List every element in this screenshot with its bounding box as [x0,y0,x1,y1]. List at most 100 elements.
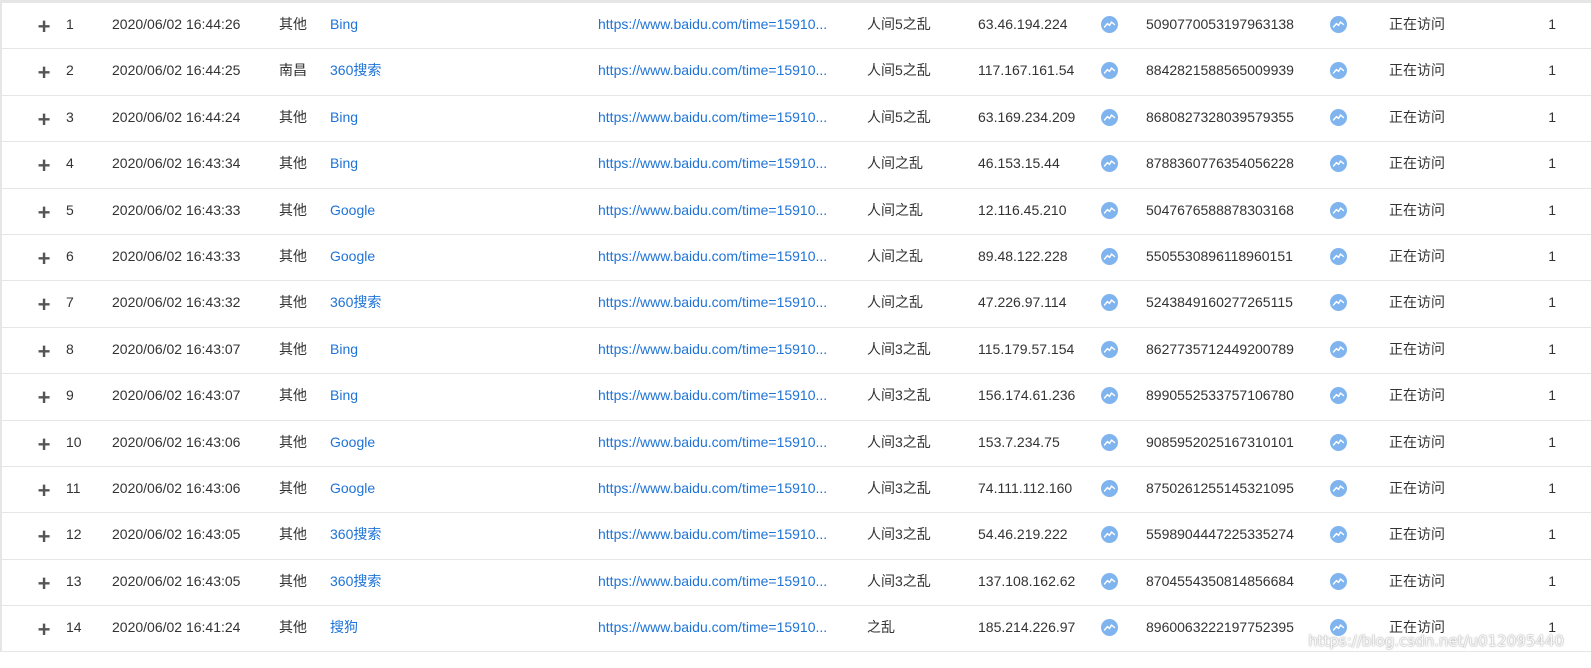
source-engine-link[interactable]: Google [330,248,375,264]
trend-chart-icon[interactable] [1330,155,1347,173]
source-engine-link[interactable]: Google [330,480,375,496]
entry-url-cell: https://www.baidu.com/time=15910... [598,374,846,419]
source-engine-link[interactable]: 360搜索 [330,62,381,78]
plus-icon[interactable]: + [38,284,51,326]
plus-icon[interactable]: + [38,238,51,280]
plus-icon[interactable]: + [38,99,51,141]
trend-chart-icon[interactable] [1101,526,1118,544]
plus-icon[interactable]: + [38,609,51,651]
source-engine-cell: 360搜索 [330,560,450,605]
trend-chart-icon[interactable] [1101,201,1118,219]
source-engine-link[interactable]: Bing [330,155,358,171]
entry-url-link[interactable]: https://www.baidu.com/time=15910... [598,387,827,403]
trend-chart-icon[interactable] [1101,387,1118,405]
plus-icon[interactable]: + [38,331,51,373]
trend-chart-icon[interactable] [1330,108,1347,126]
plus-icon[interactable]: + [38,516,51,558]
source-engine-link[interactable]: 搜狗 [330,619,358,635]
trend-chart-icon[interactable] [1330,479,1347,497]
trend-chart-icon[interactable] [1330,16,1347,33]
expand-cell: + [34,96,54,141]
plus-icon[interactable]: + [38,52,51,94]
trend-chart-icon[interactable] [1330,619,1347,637]
visitor-trend-cell [1330,189,1348,234]
trend-chart-icon[interactable] [1101,619,1118,637]
visitor-trend-cell [1330,606,1348,651]
trend-chart-icon[interactable] [1101,340,1118,358]
source-engine-cell: 360搜索 [330,513,450,558]
entry-url-link[interactable]: https://www.baidu.com/time=15910... [598,202,827,218]
status-badge: 正在访问 [1389,201,1445,218]
source-engine-link[interactable]: 360搜索 [330,526,381,542]
trend-chart-icon[interactable] [1101,479,1118,497]
landing-page: 人间5之乱 [867,108,931,125]
entry-url-link[interactable]: https://www.baidu.com/time=15910... [598,16,827,32]
trend-chart-icon[interactable] [1101,433,1118,451]
entry-url-cell: https://www.baidu.com/time=15910... [598,421,846,466]
source-engine-link[interactable]: Bing [330,341,358,357]
source-engine-link[interactable]: Google [330,434,375,450]
plus-icon[interactable]: + [38,145,51,187]
entry-url-link[interactable]: https://www.baidu.com/time=15910... [598,526,827,542]
trend-chart-icon[interactable] [1330,387,1347,405]
ip-trend-cell [1101,49,1119,94]
entry-url-link[interactable]: https://www.baidu.com/time=15910... [598,434,827,450]
landing-page: 人间之乱 [867,155,923,172]
entry-url-link[interactable]: https://www.baidu.com/time=15910... [598,619,827,635]
entry-url-link[interactable]: https://www.baidu.com/time=15910... [598,294,827,310]
trend-chart-icon[interactable] [1330,340,1347,358]
entry-url-link[interactable]: https://www.baidu.com/time=15910... [598,573,827,589]
trend-chart-icon[interactable] [1101,16,1118,33]
expand-cell: + [34,374,54,419]
trend-chart-icon[interactable] [1330,247,1347,265]
trend-chart-icon[interactable] [1330,201,1347,219]
trend-chart-icon[interactable] [1101,155,1118,173]
source-engine-link[interactable]: Bing [330,109,358,125]
visitor-id: 8704554350814856684 [1146,572,1294,589]
entry-url-link[interactable]: https://www.baidu.com/time=15910... [598,248,827,264]
row-number: 1 [66,16,74,32]
entry-url-link[interactable]: https://www.baidu.com/time=15910... [598,62,827,78]
source-engine-link[interactable]: Bing [330,387,358,403]
trend-chart-icon[interactable] [1101,294,1118,312]
row-number: 4 [66,155,74,172]
trend-chart-icon[interactable] [1101,108,1118,126]
row-number: 3 [66,108,74,125]
source-engine-link[interactable]: 360搜索 [330,294,381,310]
visitor-id: 8960063222197752395 [1146,619,1294,636]
entry-url-link[interactable]: https://www.baidu.com/time=15910... [598,341,827,357]
ip-trend-cell [1101,374,1119,419]
visitor-id: 8680827328039579355 [1146,108,1294,125]
trend-chart-icon[interactable] [1330,526,1347,544]
trend-chart-icon[interactable] [1101,572,1118,590]
plus-icon[interactable]: + [38,6,51,48]
trend-chart-icon[interactable] [1330,433,1347,451]
source-engine-link[interactable]: 360搜索 [330,573,381,589]
source-engine-link[interactable]: Google [330,202,375,218]
trend-chart-icon[interactable] [1101,247,1118,265]
trend-chart-icon[interactable] [1330,572,1347,590]
source-engine-link[interactable]: Bing [330,16,358,32]
status-badge: 正在访问 [1389,619,1445,636]
visitor-id: 8990552533757106780 [1146,387,1294,404]
plus-icon[interactable]: + [38,563,51,605]
ip-trend-cell [1101,235,1119,280]
entry-url-link[interactable]: https://www.baidu.com/time=15910... [598,109,827,125]
visit-time: 2020/06/02 16:41:24 [112,619,241,636]
trend-chart-icon[interactable] [1330,62,1347,80]
entry-url-cell: https://www.baidu.com/time=15910... [598,467,846,512]
entry-url-cell: https://www.baidu.com/time=15910... [598,328,846,373]
expand-cell: + [34,3,54,48]
trend-chart-icon[interactable] [1101,62,1118,80]
plus-icon[interactable]: + [38,470,51,512]
ip-address: 153.7.234.75 [978,433,1060,450]
trend-chart-icon[interactable] [1330,294,1347,312]
plus-icon[interactable]: + [38,377,51,419]
expand-cell: + [34,513,54,558]
entry-url-link[interactable]: https://www.baidu.com/time=15910... [598,480,827,496]
table-row: +7 2020/06/02 16:43:32 其他 360搜索 https://www.… [2,281,1591,328]
plus-icon[interactable]: + [38,424,51,466]
visitor-id: 5243849160277265115 [1146,294,1293,311]
plus-icon[interactable]: + [38,192,51,234]
entry-url-link[interactable]: https://www.baidu.com/time=15910... [598,155,827,171]
